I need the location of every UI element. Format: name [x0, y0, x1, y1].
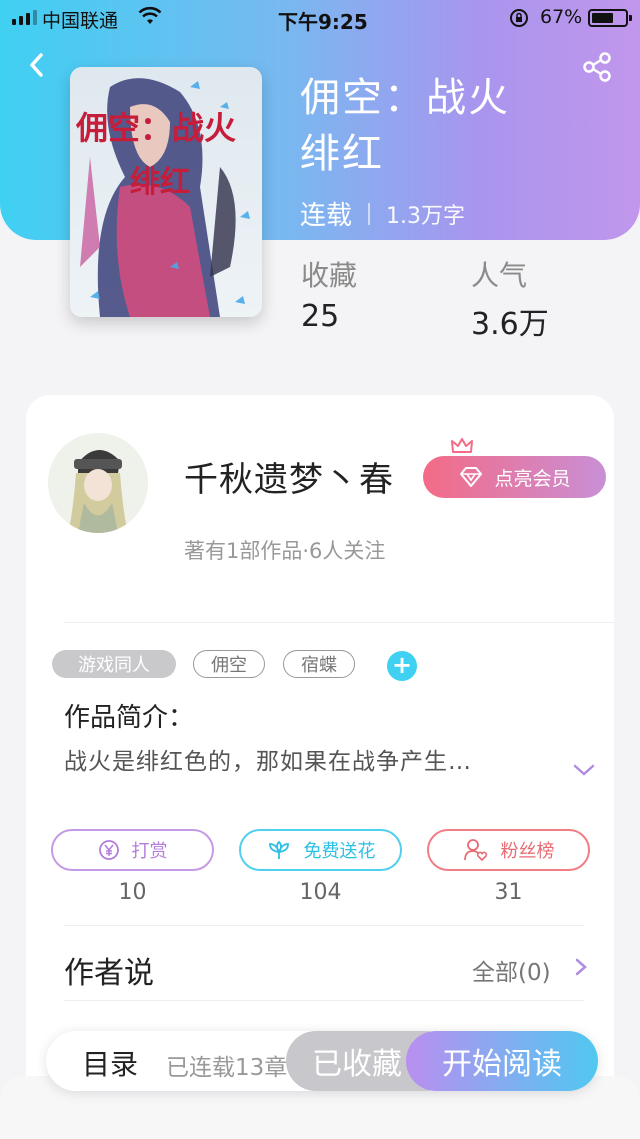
table-of-contents-button[interactable]: 目录 — [82, 1043, 138, 1083]
popularity-value: 3.6万 — [471, 307, 549, 342]
tip-count: 10 — [118, 880, 147, 905]
chevron-left-icon — [30, 53, 43, 77]
divider — [64, 1000, 584, 1001]
rotation-lock-icon — [508, 8, 530, 33]
favorites-value: 25 — [301, 299, 340, 334]
author-says-heading: 作者说 — [64, 956, 154, 991]
signal-icon — [12, 10, 37, 25]
tag-game-fanfic[interactable]: 游戏同人 — [52, 650, 176, 678]
expand-intro-button[interactable] — [572, 762, 596, 782]
yen-coin-icon — [98, 840, 119, 860]
book-title-line1: 佣空：战火 — [300, 75, 510, 121]
collected-label: 已收藏 — [312, 1047, 402, 1082]
meta-divider — [368, 202, 371, 225]
fan-ranking-label: 粉丝榜 — [500, 841, 555, 862]
start-reading-button[interactable]: 开始阅读 — [406, 1031, 598, 1091]
flower-count: 104 — [299, 880, 342, 905]
book-title-line2: 绯红 — [300, 131, 384, 177]
tag-pairing[interactable]: 佣空 — [193, 650, 265, 678]
add-tag-button[interactable]: + — [387, 651, 417, 681]
battery-percent: 67% — [540, 6, 583, 28]
serial-status: 连载 — [300, 201, 353, 231]
back-button[interactable] — [22, 50, 52, 80]
battery-icon — [588, 9, 632, 27]
chevron-down-icon — [573, 764, 595, 776]
wifi-icon — [138, 6, 162, 31]
fan-user-icon — [463, 839, 487, 862]
word-count: 1.3万字 — [386, 203, 466, 229]
status-bar: 中国联通 下午9:25 67% — [0, 0, 640, 36]
fan-count: 31 — [494, 880, 523, 905]
tip-button[interactable]: 打赏 — [51, 829, 214, 871]
svg-text:绯红: 绯红 — [130, 166, 190, 199]
author-avatar[interactable] — [48, 433, 148, 533]
svg-text:佣空：战火: 佣空：战火 — [75, 110, 236, 146]
send-flower-label: 免费送花 — [303, 841, 376, 862]
book-meta: 连载 1.3万字 — [300, 195, 465, 232]
tag-character[interactable]: 宿蝶 — [283, 650, 355, 678]
favorites-label: 收藏 — [301, 259, 358, 292]
vip-button[interactable]: 点亮会员 — [423, 456, 606, 498]
tip-label: 打赏 — [131, 841, 168, 862]
flower-icon — [268, 840, 289, 859]
chevron-right-icon[interactable] — [574, 957, 588, 981]
intro-text: 战火是绯红色的，那如果在战争产生… — [64, 749, 472, 775]
fan-ranking-button[interactable]: 粉丝榜 — [427, 829, 590, 871]
intro-heading: 作品简介： — [64, 703, 195, 733]
book-title: 佣空：战火 绯红 — [300, 70, 610, 182]
diamond-icon — [460, 467, 483, 487]
divider — [64, 925, 584, 926]
divider — [64, 622, 614, 623]
status-time: 下午9:25 — [278, 10, 368, 34]
popularity-label: 人气 — [471, 259, 528, 292]
book-cover-image[interactable]: 佣空：战火 绯红 — [70, 67, 262, 317]
author-says-all-link[interactable]: 全部(0) — [472, 953, 551, 987]
author-stats: 著有1部作品·6人关注 — [184, 539, 386, 563]
serial-chapter-info: 已连载13章 — [166, 1055, 288, 1081]
vip-button-label: 点亮会员 — [494, 467, 571, 490]
start-reading-label: 开始阅读 — [442, 1047, 562, 1082]
carrier-name: 中国联通 — [42, 10, 119, 32]
send-flower-button[interactable]: 免费送花 — [239, 829, 402, 871]
author-name[interactable]: 千秋遗梦丶春 — [184, 452, 394, 501]
